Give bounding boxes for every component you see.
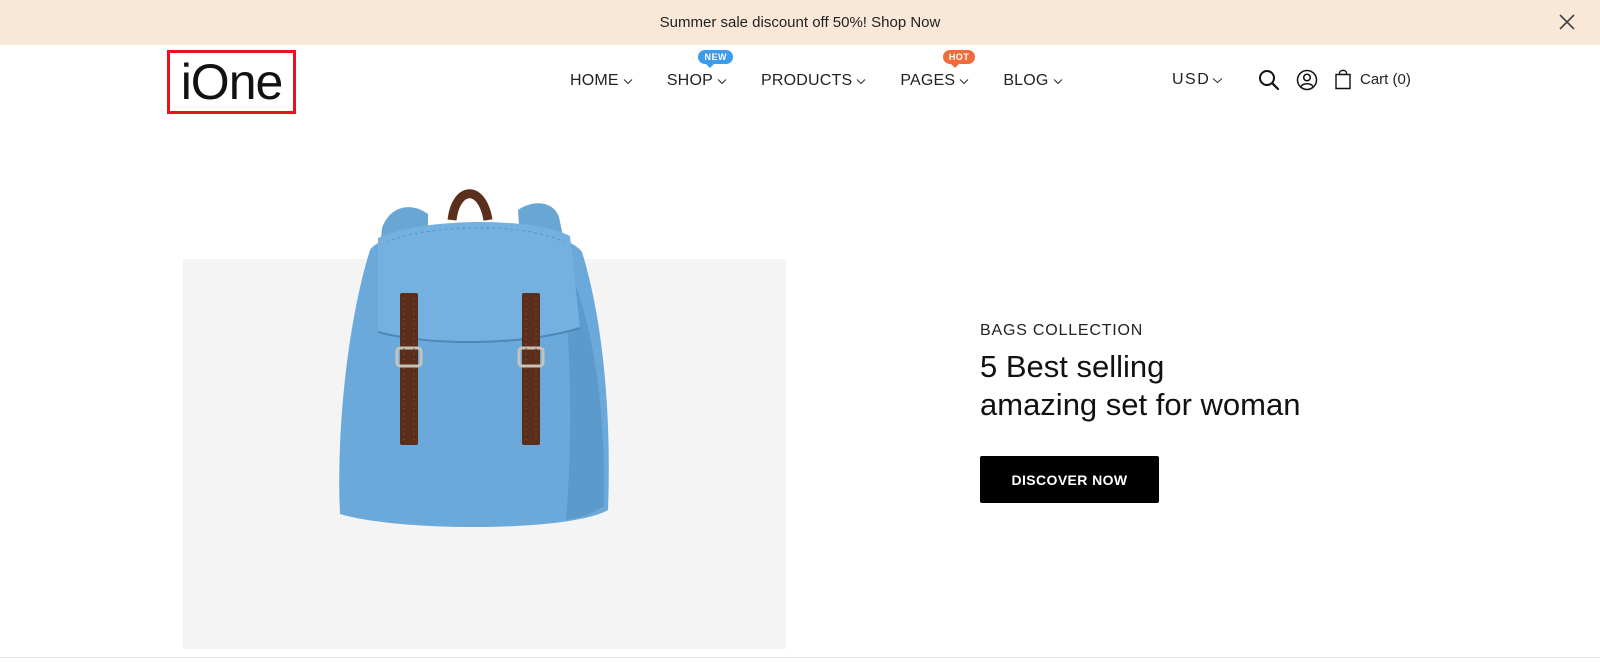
nav-pages[interactable]: HOT PAGES <box>900 50 976 90</box>
announcement-bar: Summer sale discount off 50%! Shop Now <box>0 0 1600 45</box>
chevron-down-icon <box>1053 78 1062 84</box>
chevron-down-icon <box>1212 77 1223 83</box>
nav-pages-label: PAGES <box>900 72 956 89</box>
nav-shop-label: SHOP <box>666 72 713 89</box>
logo-text: iOne <box>180 54 284 110</box>
hero-title-line1: 5 Best selling <box>980 349 1165 384</box>
currency-label: USD <box>1172 71 1211 88</box>
search-icon[interactable] <box>1258 69 1280 91</box>
hot-badge: HOT <box>942 50 976 68</box>
backpack-image <box>339 189 609 528</box>
nav-blog[interactable]: BLOG <box>1003 72 1062 90</box>
cart-label: Cart (0) <box>1360 70 1411 88</box>
shopping-bag-icon <box>1335 69 1351 90</box>
nav-products-label: PRODUCTS <box>760 72 853 89</box>
user-icon[interactable] <box>1296 69 1318 91</box>
new-badge: NEW <box>698 50 733 68</box>
discover-now-button[interactable]: DISCOVER NOW <box>980 456 1159 503</box>
divider <box>0 657 1600 658</box>
chevron-down-icon <box>959 78 969 84</box>
chevron-down-icon <box>856 78 866 84</box>
site-header: iOne HOME NEW SHOP PRODUCTS HOT PAGES BL… <box>0 45 1600 117</box>
chevron-down-icon <box>717 78 727 84</box>
hero-title-line2: amazing set for woman <box>980 387 1301 422</box>
nav-products[interactable]: PRODUCTS <box>761 72 866 90</box>
close-icon[interactable] <box>1556 11 1578 33</box>
chevron-down-icon <box>623 78 633 84</box>
nav-home-label: HOME <box>570 72 619 89</box>
main-nav: HOME NEW SHOP PRODUCTS HOT PAGES BLOG <box>570 45 1097 117</box>
cart-link[interactable]: Cart (0) <box>1334 68 1411 90</box>
nav-blog-label: BLOG <box>1003 72 1049 89</box>
currency-selector[interactable]: USD <box>1172 71 1223 89</box>
hero-subtitle: BAGS COLLECTION <box>980 322 1144 339</box>
nav-home[interactable]: HOME <box>570 72 633 90</box>
nav-shop[interactable]: NEW SHOP <box>666 50 733 90</box>
announcement-text[interactable]: Summer sale discount off 50%! Shop Now <box>660 14 941 31</box>
hero-text-block: BAGS COLLECTION 5 Best selling amazing s… <box>980 322 1300 424</box>
logo[interactable]: iOne <box>167 50 296 114</box>
